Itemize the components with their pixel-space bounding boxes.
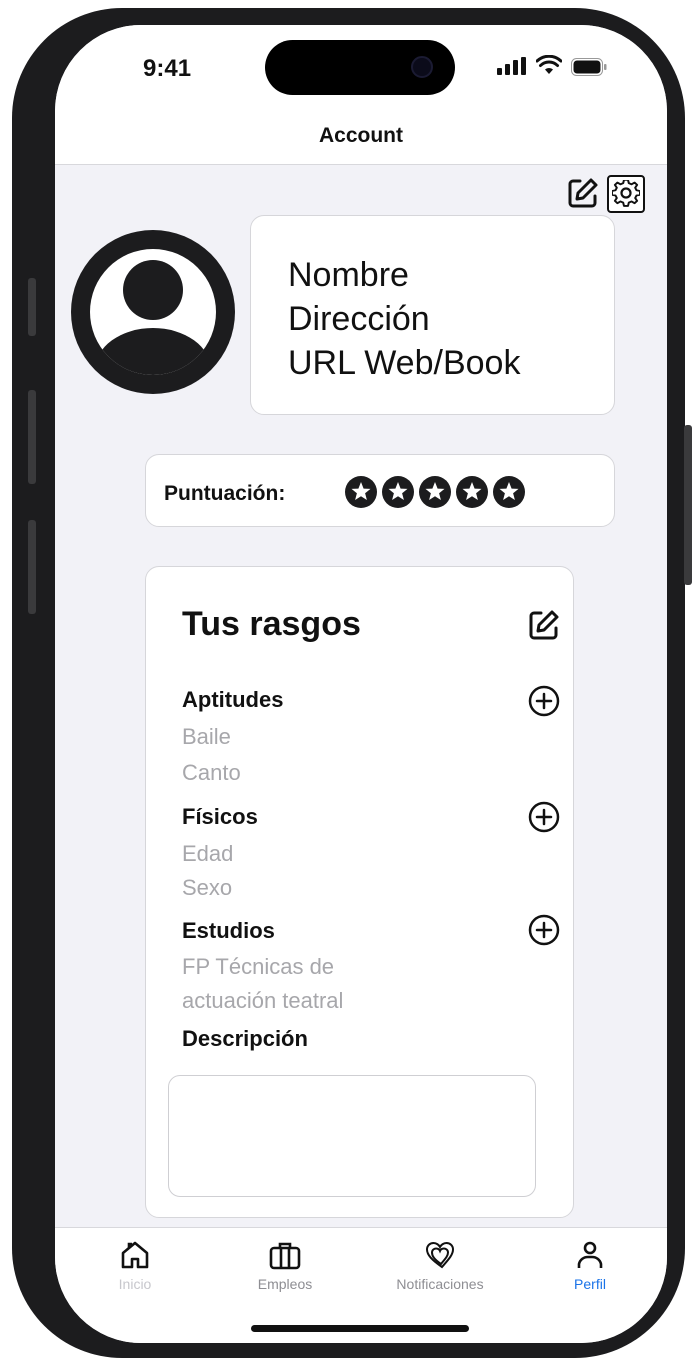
rating-card: Puntuación: bbox=[145, 454, 615, 527]
profile-name: Nombre bbox=[288, 256, 409, 294]
trait-item: actuación teatral bbox=[182, 988, 344, 1013]
screen: 9:41 Account Nombre Dirección URL Web/Bo… bbox=[55, 25, 667, 1343]
camera-icon bbox=[411, 56, 433, 78]
trait-item: Edad bbox=[182, 841, 234, 866]
rating-label: Puntuación: bbox=[164, 482, 286, 505]
star-icon bbox=[493, 476, 525, 508]
trait-item: Sexo bbox=[182, 875, 233, 900]
add-aptitude-button[interactable] bbox=[528, 685, 560, 717]
star-icon bbox=[382, 476, 414, 508]
home-indicator[interactable] bbox=[251, 1325, 469, 1332]
tab-empleos[interactable]: Empleos bbox=[225, 1240, 345, 1292]
briefcase-icon bbox=[269, 1242, 301, 1270]
home-icon bbox=[121, 1241, 149, 1269]
edit-profile-button[interactable] bbox=[565, 175, 601, 211]
description-label: Descripción bbox=[182, 1026, 308, 1051]
trait-item: Canto bbox=[182, 760, 241, 785]
status-bar: 9:41 bbox=[55, 25, 667, 105]
gear-icon bbox=[612, 180, 640, 207]
description-field[interactable] bbox=[168, 1075, 536, 1197]
profile-url[interactable]: URL Web/Book bbox=[288, 344, 520, 383]
volume-down-button bbox=[28, 520, 36, 614]
section-title-aptitudes: Aptitudes bbox=[182, 687, 284, 712]
dynamic-island bbox=[265, 40, 455, 95]
person-icon bbox=[577, 1241, 603, 1268]
section-title-fisicos: Físicos bbox=[182, 804, 258, 829]
avatar-icon bbox=[71, 230, 235, 394]
edit-traits-button[interactable] bbox=[526, 607, 562, 643]
tab-inicio[interactable]: Inicio bbox=[75, 1240, 195, 1292]
hearts-icon bbox=[425, 1241, 455, 1269]
tab-notificaciones[interactable]: Notificaciones bbox=[380, 1240, 500, 1292]
traits-title: Tus rasgos bbox=[182, 605, 361, 643]
settings-button[interactable] bbox=[607, 175, 645, 213]
status-time: 9:41 bbox=[143, 55, 192, 82]
nav-header: Account bbox=[55, 105, 667, 165]
traits-card: Tus rasgos Aptitudes Baile Canto Físicos… bbox=[145, 566, 574, 1218]
add-studies-button[interactable] bbox=[528, 914, 560, 946]
tab-label: Empleos bbox=[257, 1276, 313, 1292]
trait-item: Baile bbox=[182, 724, 231, 749]
rating-stars bbox=[344, 475, 526, 509]
profile-address: Dirección bbox=[288, 300, 430, 338]
volume-up-button bbox=[28, 390, 36, 484]
section-title-estudios: Estudios bbox=[182, 918, 275, 943]
mute-switch bbox=[28, 278, 36, 336]
star-icon bbox=[456, 476, 488, 508]
star-icon bbox=[345, 476, 377, 508]
add-physical-button[interactable] bbox=[528, 801, 560, 833]
tab-label: Perfil bbox=[574, 1276, 606, 1292]
signal-icon bbox=[497, 57, 526, 75]
tab-perfil[interactable]: Perfil bbox=[530, 1240, 650, 1292]
power-button bbox=[684, 425, 692, 585]
profile-info-card: Nombre Dirección URL Web/Book bbox=[250, 215, 615, 415]
star-icon bbox=[419, 476, 451, 508]
tab-label: Notificaciones bbox=[396, 1276, 484, 1292]
page-title: Account bbox=[319, 124, 403, 147]
wifi-icon bbox=[536, 55, 562, 74]
battery-icon bbox=[571, 58, 607, 76]
tab-label: Inicio bbox=[118, 1276, 152, 1292]
trait-item: FP Técnicas de bbox=[182, 954, 335, 979]
edit-icon bbox=[529, 610, 559, 640]
edit-icon bbox=[568, 178, 598, 208]
